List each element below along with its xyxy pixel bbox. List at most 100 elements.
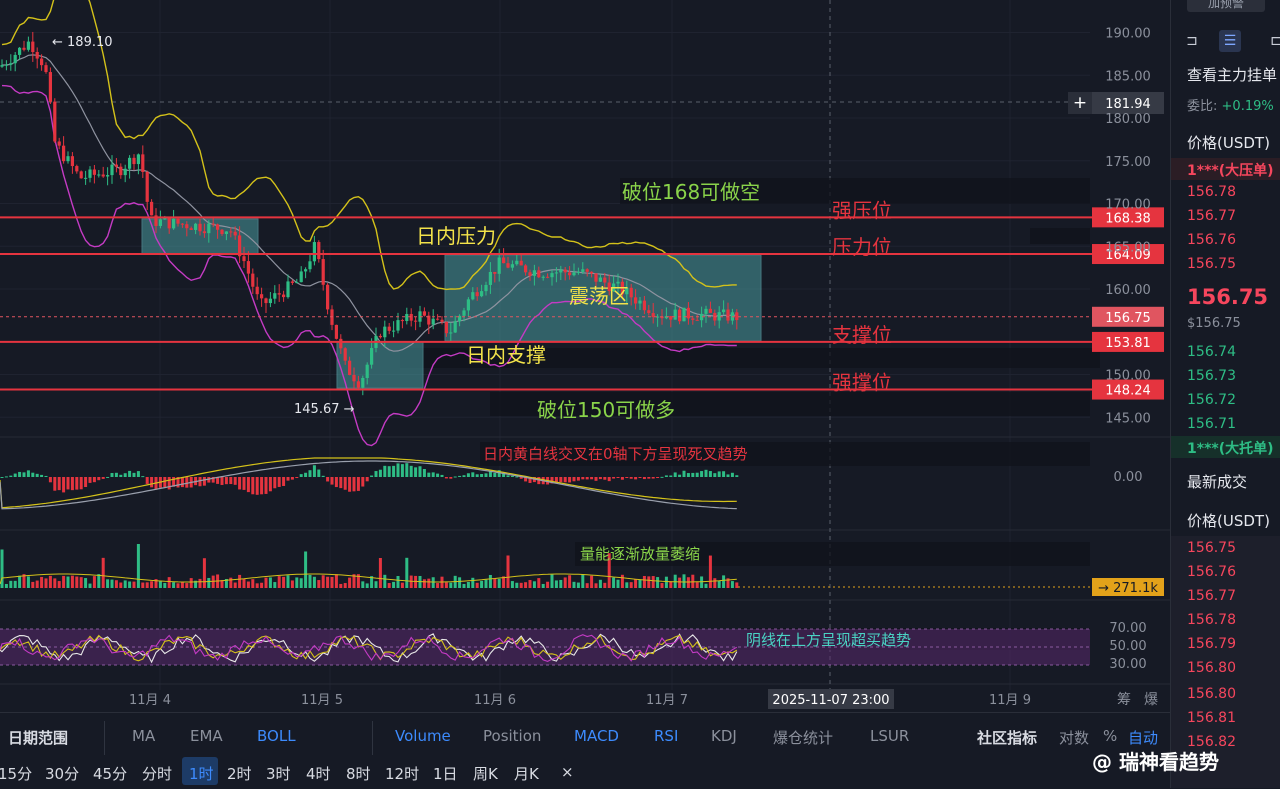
candlestick-chart[interactable]: 168.38强压位164.09压力位153.81支撑位148.24强撑位156.… (0, 0, 1170, 712)
candle-body (598, 277, 602, 282)
candle-body (44, 65, 48, 73)
candle-body (216, 224, 220, 230)
indicator-对数-button[interactable]: 对数 (1059, 727, 1089, 748)
macd-bar (651, 477, 655, 479)
macd-bar (673, 472, 677, 477)
indicator-lsur-button[interactable]: LSUR (870, 727, 909, 745)
volume-bar (563, 577, 567, 588)
bid-row[interactable]: 156.71 (1187, 416, 1236, 432)
volume-bar (88, 583, 92, 588)
indicator-爆仓统计-button[interactable]: 爆仓统计 (773, 727, 833, 748)
macd-bar (238, 477, 242, 490)
indicator-社区指标-button[interactable]: 社区指标 (977, 727, 1037, 748)
macd-bar (356, 477, 360, 491)
indicator-ma-button[interactable]: MA (132, 727, 155, 745)
candle-body (48, 72, 52, 102)
timeframe-button[interactable]: 30分 (45, 763, 79, 784)
volume-bar (136, 544, 140, 588)
candle-body (537, 270, 541, 278)
bid-row[interactable]: 156.72 (1187, 392, 1236, 408)
volume-bar (176, 583, 180, 588)
candle-body (352, 374, 356, 382)
chip-distribution-label: 筹 (1117, 691, 1131, 708)
ask-row[interactable]: 156.78 (1187, 184, 1236, 200)
macd-bar (233, 477, 237, 485)
volume-bar (273, 582, 277, 588)
macd-bar (242, 477, 246, 490)
timeframe-button[interactable]: 分时 (142, 763, 172, 784)
volume-bar (158, 580, 162, 588)
macd-bar (686, 473, 690, 477)
macd-bar (13, 473, 17, 477)
macd-bar (304, 472, 308, 477)
indicator-volume-button[interactable]: Volume (395, 727, 451, 745)
volume-bar (515, 582, 519, 588)
candle-body (106, 175, 110, 177)
timeframe-button[interactable]: 月K (514, 763, 539, 784)
timeframe-button[interactable]: 4时 (306, 763, 331, 784)
timeframe-button[interactable]: 45分 (93, 763, 127, 784)
indicator-自动-button[interactable]: 自动 (1128, 727, 1158, 748)
price-header: 价格(USDT) (1187, 134, 1270, 152)
macd-bar (708, 471, 712, 477)
level-price-label: 148.24 (1105, 384, 1151, 399)
macd-bar (726, 474, 730, 477)
range-label: 震荡区 (569, 284, 629, 308)
timeframe-button[interactable]: 2时 (227, 763, 252, 784)
book-split-icon[interactable]: ☰ (1219, 30, 1241, 52)
candle-body (471, 292, 475, 300)
macd-bar (590, 477, 594, 480)
ask-row[interactable]: 156.75 (1187, 256, 1236, 272)
macd-bar (660, 476, 664, 478)
timeframe-button[interactable]: 3时 (266, 763, 291, 784)
candle-body (0, 65, 4, 67)
candle-body (339, 338, 343, 349)
indicator-rsi-button[interactable]: RSI (654, 727, 678, 745)
macd-bar (224, 477, 228, 485)
timeframe-button[interactable]: 15分 (0, 763, 32, 784)
macd-bar (361, 477, 365, 487)
indicator-%-button[interactable]: % (1103, 727, 1117, 745)
candle-body (722, 309, 726, 313)
add-alert-button[interactable]: 加预警 (1187, 0, 1265, 12)
indicator-position-button[interactable]: Position (483, 727, 541, 745)
bid-row[interactable]: 156.73 (1187, 368, 1236, 384)
timeframe-button[interactable]: 8时 (346, 763, 371, 784)
trade-row: 156.81 (1187, 710, 1236, 726)
indicator-日期范围-button[interactable]: 日期范围 (8, 727, 68, 748)
indicator-kdj-button[interactable]: KDJ (711, 727, 737, 745)
ask-row[interactable]: 156.76 (1187, 232, 1236, 248)
price-tick-label: 190.00 (1105, 27, 1151, 42)
volume-bar (466, 581, 470, 588)
trades-header[interactable]: 最新成交 (1187, 471, 1247, 492)
bid-row[interactable]: 156.74 (1187, 344, 1236, 360)
order-book-title[interactable]: 查看主力挂单 (1187, 64, 1277, 85)
indicator-macd-button[interactable]: MACD (574, 727, 619, 745)
timeframe-button[interactable]: 1时 (189, 763, 214, 784)
macd-bar (704, 469, 708, 477)
macd-bar (440, 474, 444, 477)
volume-bar (251, 579, 255, 588)
macd-bar (26, 470, 30, 477)
volume-bar (282, 576, 286, 588)
volume-bar (268, 577, 272, 588)
timeframe-button[interactable]: 周K (473, 763, 498, 784)
macd-bar (277, 477, 281, 487)
volume-bar (75, 576, 79, 588)
book-bids-icon[interactable]: ⊏ (1265, 30, 1280, 52)
book-both-icon[interactable]: ⊐ (1181, 30, 1203, 52)
indicator-boll-button[interactable]: BOLL (257, 727, 296, 745)
candle-body (295, 282, 299, 284)
candle-body (119, 166, 123, 176)
timeframe-button[interactable]: × (561, 763, 574, 781)
candle-body (370, 348, 374, 365)
timeframe-button[interactable]: 1日 (433, 763, 458, 784)
ask-row[interactable]: 156.77 (1187, 208, 1236, 224)
macd-bar (334, 477, 338, 488)
candle-body (128, 157, 132, 169)
volume-bar (326, 576, 330, 588)
volume-bar (550, 574, 554, 588)
macd-bar (616, 477, 620, 478)
timeframe-button[interactable]: 12时 (385, 763, 419, 784)
indicator-ema-button[interactable]: EMA (190, 727, 223, 745)
